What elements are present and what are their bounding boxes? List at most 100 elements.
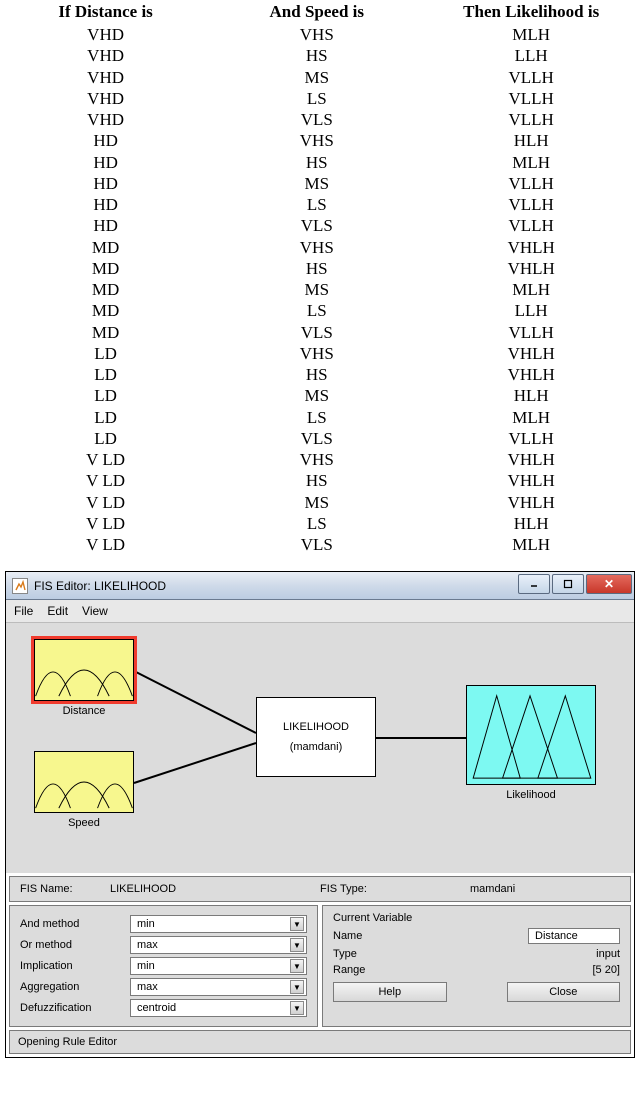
table-row: HDHSMLH [0, 152, 640, 173]
method-value: min [137, 918, 155, 930]
menu-file[interactable]: File [14, 604, 33, 618]
table-cell: VLLH [422, 215, 640, 236]
table-cell: MD [0, 279, 211, 300]
table-cell: V LD [0, 470, 211, 491]
table-cell: VHLH [422, 258, 640, 279]
table-cell: LD [0, 364, 211, 385]
table-row: MDHSVHLH [0, 258, 640, 279]
table-cell: VHD [0, 88, 211, 109]
method-value: max [137, 939, 158, 951]
table-cell: MS [211, 67, 422, 88]
maximize-button[interactable] [552, 574, 584, 594]
status-bar: Opening Rule Editor [9, 1030, 631, 1054]
table-cell: MD [0, 258, 211, 279]
table-cell: MLH [422, 534, 640, 555]
menu-view[interactable]: View [82, 604, 108, 618]
table-cell: VHD [0, 67, 211, 88]
method-select[interactable]: max ▼ [130, 936, 307, 954]
table-cell: MS [211, 279, 422, 300]
table-cell: VHD [0, 109, 211, 130]
method-select[interactable]: min ▼ [130, 957, 307, 975]
col-header-likelihood: Then Likelihood is [422, 0, 640, 24]
table-row: MDMSMLH [0, 279, 640, 300]
table-cell: MLH [422, 152, 640, 173]
table-row: V LDHSVHLH [0, 470, 640, 491]
minimize-button[interactable] [518, 574, 550, 594]
chevron-down-icon[interactable]: ▼ [290, 959, 304, 973]
current-var-row: Name Distance [333, 928, 620, 944]
output-variable-likelihood[interactable] [466, 685, 596, 785]
table-row: HDMSVLLH [0, 173, 640, 194]
rule-block-name: LIKELIHOOD [283, 721, 349, 733]
chevron-down-icon[interactable]: ▼ [290, 1001, 304, 1015]
table-cell: VHLH [422, 237, 640, 258]
table-cell: V LD [0, 513, 211, 534]
table-cell: VHLH [422, 364, 640, 385]
matlab-icon [12, 578, 28, 594]
chevron-down-icon[interactable]: ▼ [290, 980, 304, 994]
table-cell: LLH [422, 300, 640, 321]
method-value: min [137, 960, 155, 972]
current-var-label: Name [333, 930, 413, 942]
fis-editor-window: FIS Editor: LIKELIHOOD ✕ File Edit View [5, 571, 635, 1058]
close-button[interactable]: Close [507, 982, 621, 1002]
table-row: VHDHSLLH [0, 45, 640, 66]
table-cell: LS [211, 300, 422, 321]
method-row: And methodmin▼ [20, 915, 307, 933]
table-cell: VLS [211, 428, 422, 449]
method-label: Or method [20, 939, 130, 951]
table-row: LDVLSVLLH [0, 428, 640, 449]
chevron-down-icon[interactable]: ▼ [290, 938, 304, 952]
input-variable-speed[interactable] [34, 751, 134, 813]
table-row: V LDLSHLH [0, 513, 640, 534]
current-var-label: Range [333, 964, 413, 976]
table-cell: LS [211, 194, 422, 215]
method-select[interactable]: centroid ▼ [130, 999, 307, 1017]
table-cell: VHD [0, 45, 211, 66]
current-var-row: Range [5 20] [333, 964, 620, 976]
table-row: VHDMSVLLH [0, 67, 640, 88]
titlebar[interactable]: FIS Editor: LIKELIHOOD ✕ [6, 572, 634, 600]
current-var-value: [5 20] [592, 964, 620, 976]
fis-canvas: Distance Speed LIKELIHOOD (mamdani) [6, 623, 634, 873]
table-cell: VHS [211, 130, 422, 151]
table-cell: HD [0, 130, 211, 151]
table-row: HDVHSHLH [0, 130, 640, 151]
table-cell: MS [211, 385, 422, 406]
fis-type-label: FIS Type: [320, 883, 470, 895]
table-cell: HD [0, 215, 211, 236]
table-cell: VHLH [422, 449, 640, 470]
table-cell: HS [211, 364, 422, 385]
menu-edit[interactable]: Edit [47, 604, 68, 618]
rule-block-type: (mamdani) [290, 741, 343, 753]
col-header-distance: If Distance is [0, 0, 211, 24]
table-cell: LS [211, 88, 422, 109]
table-cell: VLS [211, 109, 422, 130]
table-cell: VHS [211, 24, 422, 45]
rule-block[interactable]: LIKELIHOOD (mamdani) [256, 697, 376, 777]
current-var-value[interactable]: Distance [528, 928, 620, 944]
current-var-row: Type input [333, 948, 620, 960]
table-cell: HS [211, 258, 422, 279]
method-value: max [137, 981, 158, 993]
table-row: HDLSVLLH [0, 194, 640, 215]
chevron-down-icon[interactable]: ▼ [290, 917, 304, 931]
current-var-label: Type [333, 948, 413, 960]
window-title: FIS Editor: LIKELIHOOD [34, 579, 518, 593]
method-select[interactable]: min ▼ [130, 915, 307, 933]
help-button[interactable]: Help [333, 982, 447, 1002]
table-cell: MS [211, 492, 422, 513]
method-value: centroid [137, 1002, 176, 1014]
table-cell: VLS [211, 322, 422, 343]
table-cell: VHLH [422, 470, 640, 491]
method-select[interactable]: max ▼ [130, 978, 307, 996]
table-row: LDLSMLH [0, 407, 640, 428]
table-cell: MD [0, 322, 211, 343]
current-var-value: input [596, 948, 620, 960]
close-window-button[interactable]: ✕ [586, 574, 632, 594]
table-cell: LD [0, 343, 211, 364]
table-cell: V LD [0, 492, 211, 513]
table-cell: VHLH [422, 492, 640, 513]
input-variable-distance[interactable] [34, 639, 134, 701]
table-row: LDHSVHLH [0, 364, 640, 385]
